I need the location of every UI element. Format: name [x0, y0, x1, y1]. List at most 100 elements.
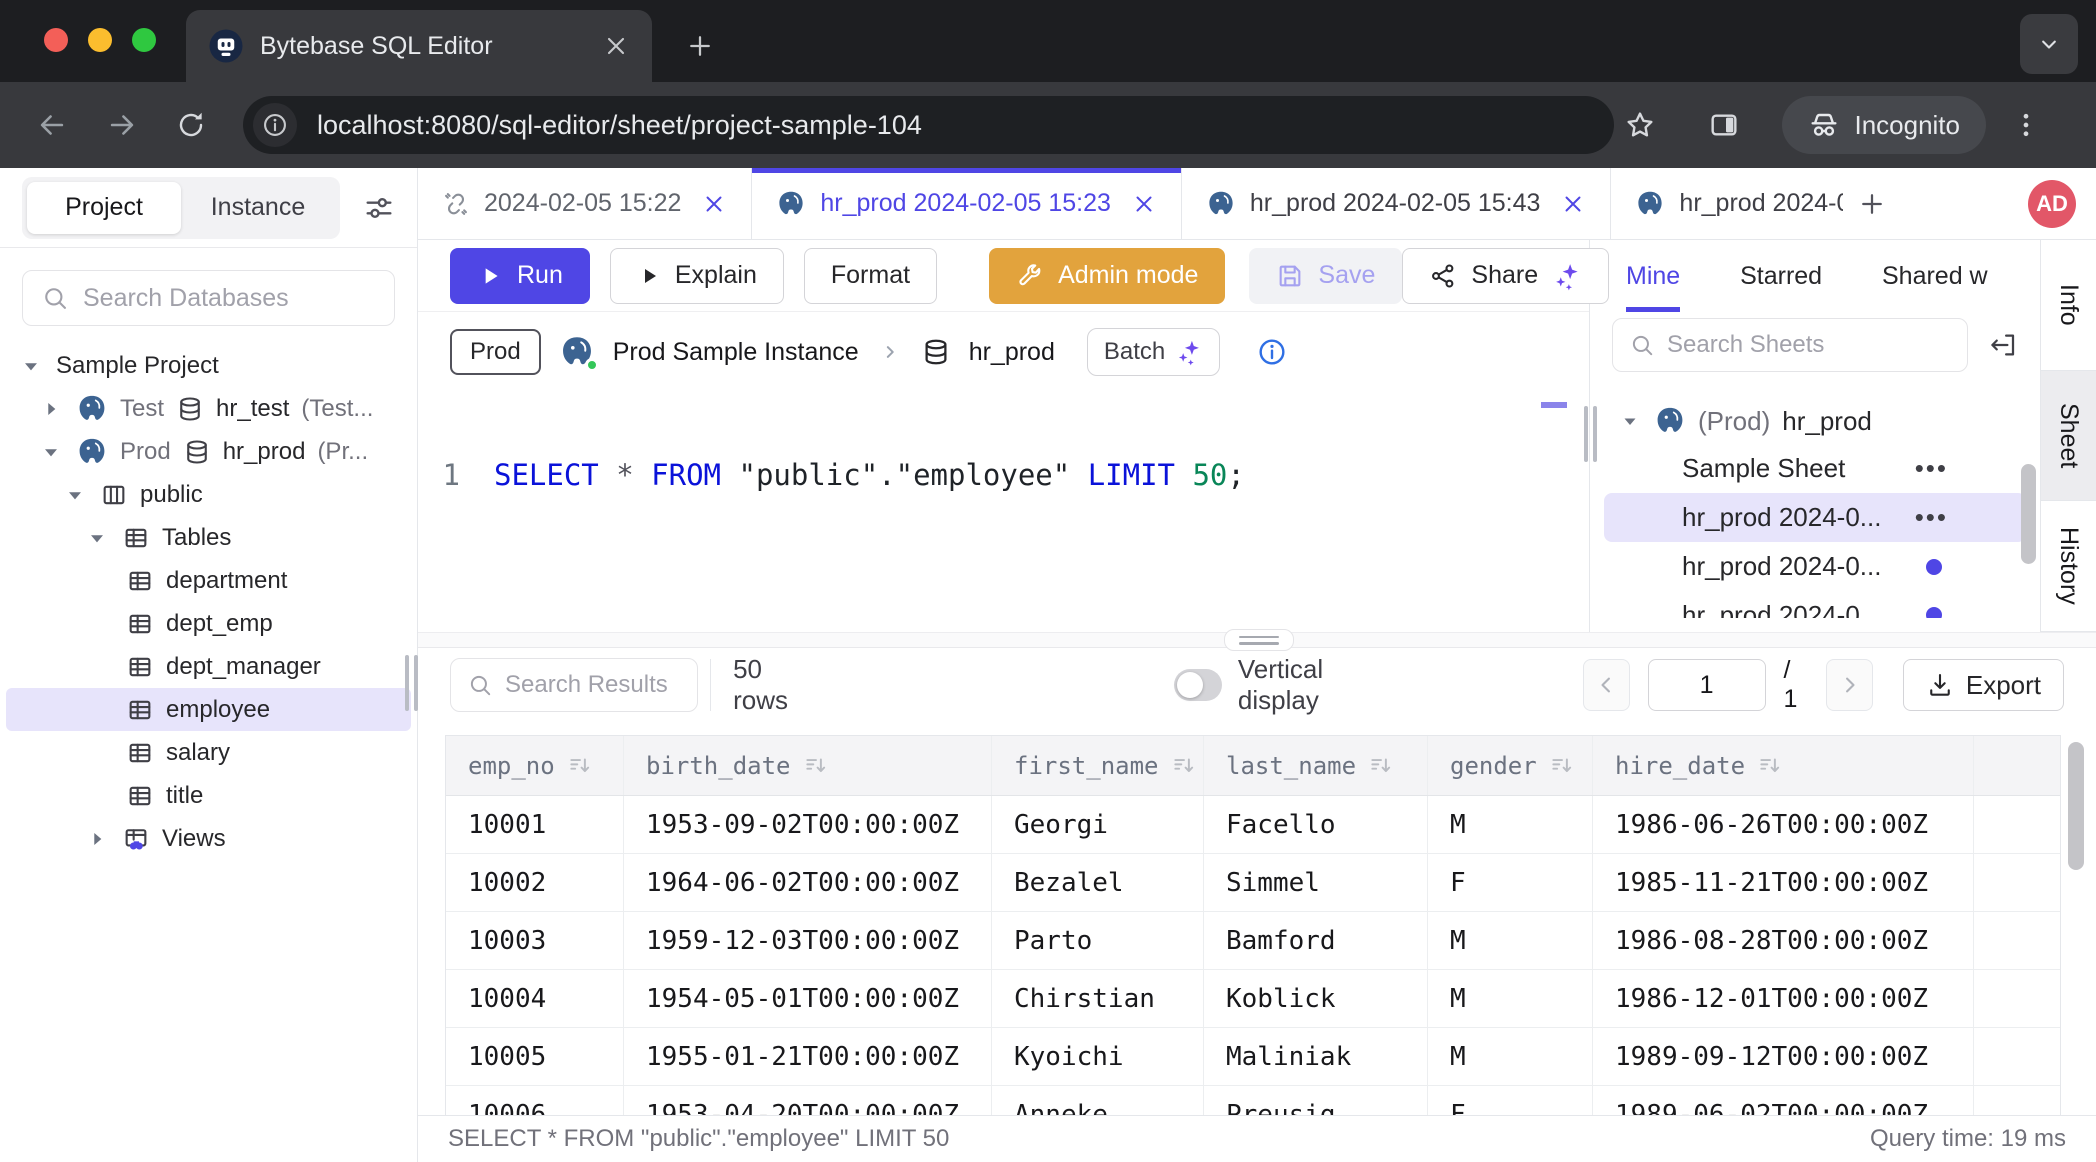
- rail-tab-sheet[interactable]: Sheet: [2041, 371, 2096, 502]
- column-header-emp-no[interactable]: emp_no: [446, 736, 624, 795]
- tab-mine[interactable]: Mine: [1626, 240, 1680, 312]
- tree-item-table-employee[interactable]: employee: [6, 688, 411, 731]
- database-name[interactable]: hr_prod: [969, 338, 1055, 367]
- new-tab-button[interactable]: [676, 22, 724, 70]
- sheet-tab-1[interactable]: 2024-02-05 15:22: [418, 168, 752, 239]
- vertical-display-toggle[interactable]: [1174, 669, 1222, 701]
- results-divider[interactable]: [418, 632, 2096, 648]
- close-window-button[interactable]: [44, 28, 68, 52]
- new-sheet-button[interactable]: [1843, 168, 1901, 239]
- back-icon[interactable]: [26, 99, 78, 151]
- sheet-group-prod-hr-prod[interactable]: (Prod) hr_prod: [1604, 398, 2026, 444]
- tab-starred[interactable]: Starred: [1740, 240, 1822, 312]
- tree-item-table-department[interactable]: department: [0, 559, 417, 602]
- chevron-right-icon[interactable]: [84, 826, 110, 852]
- tree-item-tables-group[interactable]: Tables: [0, 516, 417, 559]
- tree-item-prod-db[interactable]: Prod hr_prod (Pr...: [0, 430, 417, 473]
- database-search[interactable]: [22, 270, 395, 326]
- sheet-search-input[interactable]: [1667, 331, 1951, 359]
- tree-item-views-group[interactable]: Views: [0, 817, 417, 860]
- sort-icon[interactable]: [1171, 753, 1197, 779]
- chevron-down-icon[interactable]: [1618, 409, 1642, 433]
- database-search-input[interactable]: [83, 284, 376, 313]
- save-button[interactable]: Save: [1249, 248, 1402, 304]
- tree-item-test-db[interactable]: Test hr_test (Test...: [0, 387, 417, 430]
- tree-item-table-dept-emp[interactable]: dept_emp: [0, 602, 417, 645]
- column-header-gender[interactable]: gender: [1428, 736, 1593, 795]
- forward-icon[interactable]: [96, 99, 148, 151]
- sort-icon[interactable]: [803, 753, 829, 779]
- sql-editor[interactable]: 1 SELECT * FROM "public"."employee" LIMI…: [418, 392, 1589, 632]
- tree-item-table-dept-manager[interactable]: dept_manager: [0, 645, 417, 688]
- sort-icon[interactable]: [567, 753, 593, 779]
- close-icon[interactable]: [1560, 191, 1586, 217]
- tab-shared-with-me[interactable]: Shared w: [1882, 240, 2004, 312]
- user-avatar[interactable]: AD: [2028, 180, 2076, 228]
- close-icon[interactable]: [1131, 191, 1157, 217]
- minimize-window-button[interactable]: [88, 28, 112, 52]
- next-page-button[interactable]: [1826, 659, 1873, 711]
- tree-item-schema-public[interactable]: public: [0, 473, 417, 516]
- chevron-down-icon[interactable]: [38, 439, 64, 465]
- prev-page-button[interactable]: [1583, 659, 1630, 711]
- environment-chip[interactable]: Prod: [450, 329, 541, 375]
- page-number-input[interactable]: [1648, 659, 1766, 711]
- format-button[interactable]: Format: [804, 248, 937, 304]
- browser-tab[interactable]: Bytebase SQL Editor: [186, 10, 652, 82]
- reload-icon[interactable]: [165, 99, 217, 151]
- sheet-tab-4[interactable]: hr_prod 2024-0...: [1611, 168, 1843, 239]
- batch-button[interactable]: Batch: [1087, 328, 1220, 376]
- close-icon[interactable]: [701, 191, 727, 217]
- results-search-input[interactable]: [505, 671, 681, 699]
- side-panel-icon[interactable]: [1698, 99, 1750, 151]
- chevron-down-icon[interactable]: [18, 353, 44, 379]
- tree-item-table-title[interactable]: title: [0, 774, 417, 817]
- chevron-down-icon[interactable]: [62, 482, 88, 508]
- sort-icon[interactable]: [1549, 753, 1575, 779]
- filter-sliders-icon[interactable]: [363, 192, 395, 224]
- instance-name[interactable]: Prod Sample Instance: [613, 338, 859, 367]
- site-info-icon[interactable]: [253, 103, 297, 147]
- column-header-birth-date[interactable]: birth_date: [624, 736, 992, 795]
- sheet-item-selected[interactable]: hr_prod 2024-0... •••: [1604, 493, 2026, 542]
- tab-search-caret-button[interactable]: [2020, 14, 2078, 74]
- sheet-list-scrollbar[interactable]: [2021, 464, 2036, 564]
- sidebar-resize-handle[interactable]: [405, 655, 418, 711]
- results-search[interactable]: [450, 658, 698, 712]
- close-tab-icon[interactable]: [602, 32, 630, 60]
- address-bar[interactable]: localhost:8080/sql-editor/sheet/project-…: [243, 96, 1614, 154]
- tab-project[interactable]: Project: [27, 182, 181, 234]
- tree-item-project[interactable]: Sample Project: [0, 344, 417, 387]
- export-button[interactable]: Export: [1903, 659, 2064, 711]
- column-header-hire-date[interactable]: hire_date: [1593, 736, 1974, 795]
- sheet-item-sample-sheet[interactable]: Sample Sheet •••: [1604, 444, 2026, 493]
- tree-item-table-salary[interactable]: salary: [0, 731, 417, 774]
- run-button[interactable]: Run: [450, 248, 590, 304]
- browser-menu-icon[interactable]: [2000, 99, 2052, 151]
- import-sheet-icon[interactable]: [1988, 330, 2018, 360]
- sheet-tab-3[interactable]: hr_prod 2024-02-05 15:43: [1182, 168, 1612, 239]
- incognito-badge[interactable]: Incognito: [1782, 96, 1986, 154]
- share-button[interactable]: Share: [1402, 248, 1609, 304]
- rail-tab-history[interactable]: History: [2041, 501, 2096, 632]
- column-header-first-name[interactable]: first_name: [992, 736, 1204, 795]
- sort-icon[interactable]: [1757, 753, 1783, 779]
- bookmark-star-icon[interactable]: [1614, 99, 1666, 151]
- admin-mode-button[interactable]: Admin mode: [989, 248, 1225, 304]
- explain-button[interactable]: Explain: [610, 248, 784, 304]
- tab-instance[interactable]: Instance: [181, 182, 335, 234]
- chevron-down-icon[interactable]: [84, 525, 110, 551]
- rail-tab-info[interactable]: Info: [2041, 240, 2096, 371]
- sheet-menu-icon[interactable]: •••: [1915, 453, 1948, 484]
- sheet-item-clipped[interactable]: hr_prod 2024-0...: [1604, 591, 2026, 618]
- sort-icon[interactable]: [1368, 753, 1394, 779]
- sheet-menu-icon[interactable]: •••: [1915, 502, 1948, 533]
- results-scrollbar[interactable]: [2068, 742, 2084, 870]
- column-header-last-name[interactable]: last_name: [1204, 736, 1428, 795]
- sheet-item-unsaved[interactable]: hr_prod 2024-0...: [1604, 542, 2026, 591]
- window-controls[interactable]: [44, 28, 156, 52]
- chevron-right-icon[interactable]: [38, 396, 64, 422]
- sheet-tab-2-active[interactable]: hr_prod 2024-02-05 15:23: [752, 168, 1182, 239]
- info-circle-icon[interactable]: [1256, 336, 1288, 368]
- zoom-window-button[interactable]: [132, 28, 156, 52]
